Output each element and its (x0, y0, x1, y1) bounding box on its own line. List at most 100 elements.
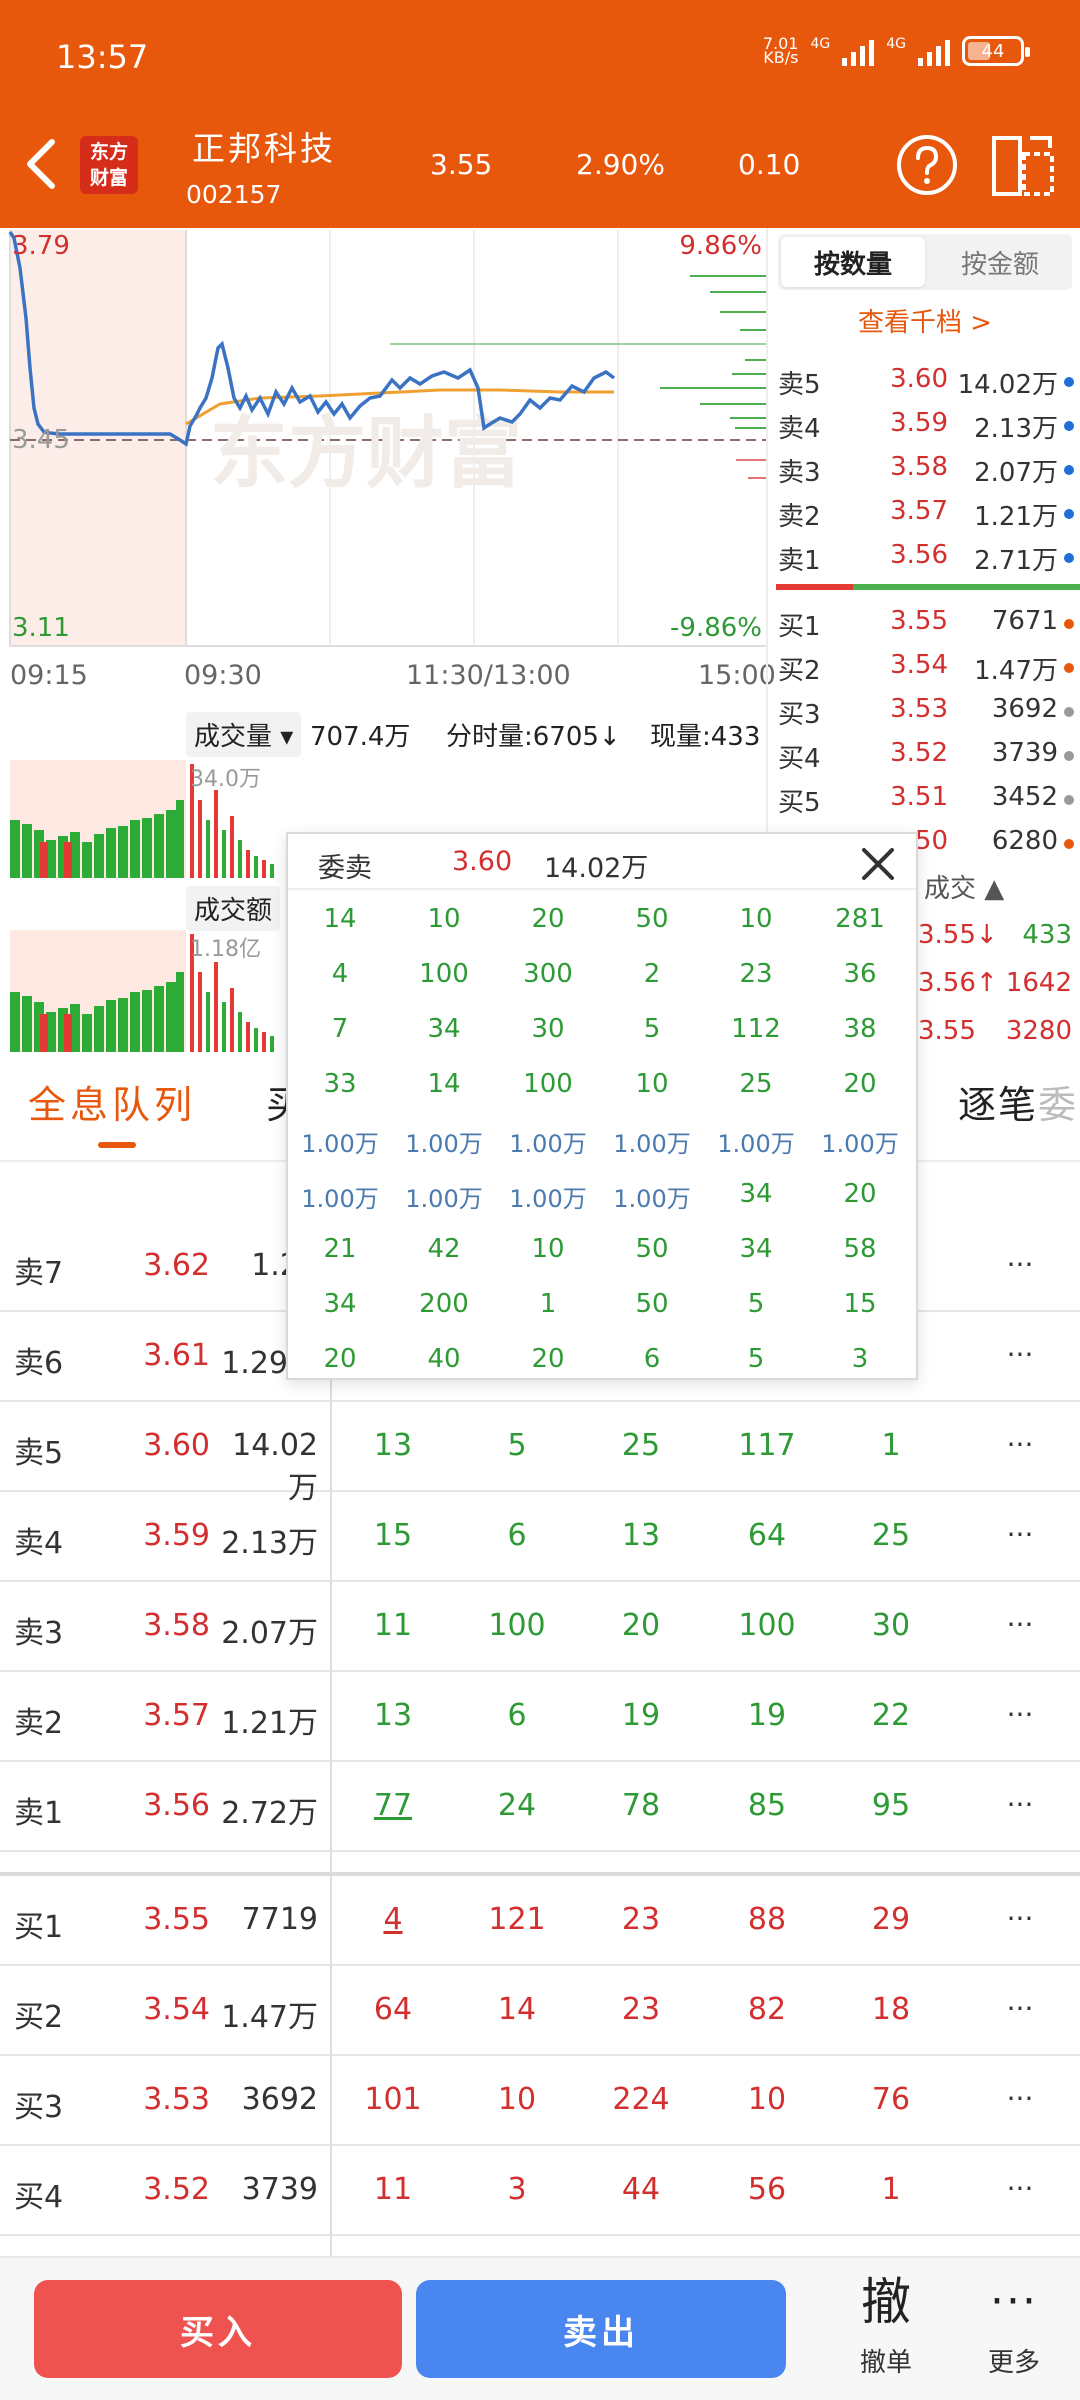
queue-cell[interactable]: 14 (462, 1992, 572, 2027)
queue-cell[interactable]: 64 (338, 1992, 448, 2027)
layout-switch-icon[interactable] (990, 134, 1056, 198)
row-more-button[interactable]: ... (990, 2074, 1050, 2107)
view-thousand-levels-link[interactable]: 查看千档 > (768, 302, 1080, 339)
queue-cell[interactable]: 18 (836, 1992, 946, 2027)
queue-cell[interactable]: 76 (836, 2082, 946, 2117)
bid-row[interactable]: 买3 3.53 3692 (778, 688, 1078, 732)
queue-cell[interactable]: 5 (462, 1428, 572, 1463)
queue-cell[interactable]: 29 (836, 1902, 946, 1937)
bid-row[interactable]: 买5 3.51 3452 (778, 776, 1078, 820)
back-arrow-icon[interactable] (22, 138, 62, 190)
queue-cell[interactable]: 88 (712, 1902, 822, 1937)
queue-cell[interactable]: 56 (712, 2172, 822, 2207)
trades-header[interactable]: 成交 ▲ (924, 868, 1004, 905)
table-row[interactable]: 买2 3.54 1.47万 64 14 23 82 18 ... (0, 1966, 1080, 2056)
row-more-button[interactable]: ... (990, 1690, 1050, 1723)
volume-selector[interactable]: 成交量 ▾ (186, 712, 302, 757)
queue-cell[interactable]: 24 (462, 1788, 572, 1823)
queue-cell[interactable]: 1 (836, 2172, 946, 2207)
bid-row[interactable]: 买1 3.55 7671 (778, 600, 1078, 644)
queue-cell[interactable]: 13 (338, 1428, 448, 1463)
sell-button[interactable]: 卖出 (416, 2280, 786, 2378)
table-row[interactable]: 买4 3.52 3739 11 3 44 56 1 ... (0, 2146, 1080, 2236)
bid-row[interactable]: 买4 3.52 3739 (778, 732, 1078, 776)
queue-cell[interactable]: 22 (836, 1698, 946, 1733)
tab-by-quantity[interactable]: 按数量 (781, 237, 925, 287)
queue-cell[interactable]: 25 (836, 1518, 946, 1553)
row-more-button[interactable]: ... (990, 1780, 1050, 1813)
queue-cell[interactable]: 224 (586, 2082, 696, 2117)
intraday-chart[interactable]: 东方财富 3.79 3.45 3.11 9.86% -9.86% (0, 228, 766, 648)
queue-cell[interactable]: 78 (586, 1788, 696, 1823)
queue-cell[interactable]: 19 (586, 1698, 696, 1733)
row-more-button[interactable]: ... (990, 2164, 1050, 2197)
row-label: 买3 (14, 2090, 64, 2125)
queue-cell[interactable]: 13 (586, 1518, 696, 1553)
ask-row[interactable]: 卖5 3.60 14.02万 (778, 358, 1078, 402)
ask-row[interactable]: 卖4 3.59 2.13万 (778, 402, 1078, 446)
ask-row[interactable]: 卖1 3.56 2.71万 (778, 534, 1078, 578)
queue-cell[interactable]: 77 (338, 1788, 448, 1823)
queue-cell[interactable]: 20 (586, 1608, 696, 1643)
queue-cell[interactable]: 64 (712, 1518, 822, 1553)
queue-cell[interactable]: 11 (338, 1608, 448, 1643)
queue-cell[interactable]: 100 (712, 1608, 822, 1643)
queue-cell[interactable]: 15 (338, 1518, 448, 1553)
tab-tick-by-tick[interactable]: 逐笔委 (958, 1074, 1078, 1129)
queue-cell[interactable]: 10 (462, 2082, 572, 2117)
queue-cell[interactable]: 25 (586, 1428, 696, 1463)
queue-cell[interactable]: 3 (462, 2172, 572, 2207)
table-row[interactable]: 卖1 3.56 2.72万 77 24 78 85 95 ... (0, 1762, 1080, 1852)
buy-button[interactable]: 买入 (34, 2280, 402, 2378)
table-row[interactable]: 卖5 3.60 14.02万 13 5 25 117 1 ... (0, 1402, 1080, 1506)
more-menu-label: 更多 (987, 2348, 1040, 2378)
chart-watermark: 东方财富 (210, 409, 522, 499)
queue-cell[interactable]: 13 (338, 1698, 448, 1733)
row-more-button[interactable]: ... (990, 1420, 1050, 1453)
row-more-button[interactable]: ... (990, 1240, 1050, 1273)
bid-row[interactable]: 买2 3.54 1.47万 (778, 644, 1078, 688)
tab-by-amount[interactable]: 按金额 (928, 234, 1072, 290)
more-menu-button[interactable]: ··· 更多 (974, 2272, 1054, 2379)
queue-cell[interactable]: 82 (712, 1992, 822, 2027)
queue-cell[interactable]: 117 (712, 1428, 822, 1463)
queue-cell[interactable]: 6 (462, 1518, 572, 1553)
queue-cell[interactable]: 44 (586, 2172, 696, 2207)
row-more-button[interactable]: ... (990, 1330, 1050, 1363)
queue-cell[interactable]: 4 (338, 1902, 448, 1937)
queue-cell[interactable]: 85 (712, 1788, 822, 1823)
queue-cell[interactable]: 19 (712, 1698, 822, 1733)
queue-cell[interactable]: 100 (462, 1608, 572, 1643)
row-more-button[interactable]: ... (990, 1984, 1050, 2017)
app-logo: 东方 财富 (80, 136, 138, 194)
queue-cell[interactable]: 23 (586, 1902, 696, 1937)
queue-cell[interactable]: 1 (836, 1428, 946, 1463)
queue-cell[interactable]: 121 (462, 1902, 572, 1937)
table-row[interactable]: 卖4 3.59 2.13万 15 6 13 64 25 ... (0, 1492, 1080, 1582)
trade-volume: 3280 (1005, 1016, 1072, 1046)
queue-cell[interactable]: 101 (338, 2082, 448, 2117)
popup-cell: 36 (843, 959, 877, 989)
ask-row[interactable]: 卖3 3.58 2.07万 (778, 446, 1078, 490)
amount-selector[interactable]: 成交额 (186, 886, 281, 931)
row-more-button[interactable]: ... (990, 1600, 1050, 1633)
row-price: 3.60 (143, 1428, 210, 1463)
queue-cell[interactable]: 23 (586, 1992, 696, 2027)
battery-icon: 44 (962, 36, 1030, 66)
row-more-button[interactable]: ... (990, 1894, 1050, 1927)
cancel-order-button[interactable]: 撤 撤单 (846, 2272, 926, 2379)
help-icon[interactable] (896, 134, 958, 196)
close-icon[interactable] (856, 842, 900, 886)
ask-row[interactable]: 卖2 3.57 1.21万 (778, 490, 1078, 534)
tab-full-queue[interactable]: 全息队列 (28, 1074, 196, 1129)
queue-cell[interactable]: 95 (836, 1788, 946, 1823)
row-more-button[interactable]: ... (990, 1510, 1050, 1543)
table-row[interactable]: 卖3 3.58 2.07万 11 100 20 100 30 ... (0, 1582, 1080, 1672)
table-row[interactable]: 卖2 3.57 1.21万 13 6 19 19 22 ... (0, 1672, 1080, 1762)
queue-cell[interactable]: 11 (338, 2172, 448, 2207)
queue-cell[interactable]: 6 (462, 1698, 572, 1733)
table-row[interactable]: 买3 3.53 3692 101 10 224 10 76 ... (0, 2056, 1080, 2146)
table-row[interactable]: 买1 3.55 7719 4 121 23 88 29 ... (0, 1876, 1080, 1966)
queue-cell[interactable]: 10 (712, 2082, 822, 2117)
queue-cell[interactable]: 30 (836, 1608, 946, 1643)
